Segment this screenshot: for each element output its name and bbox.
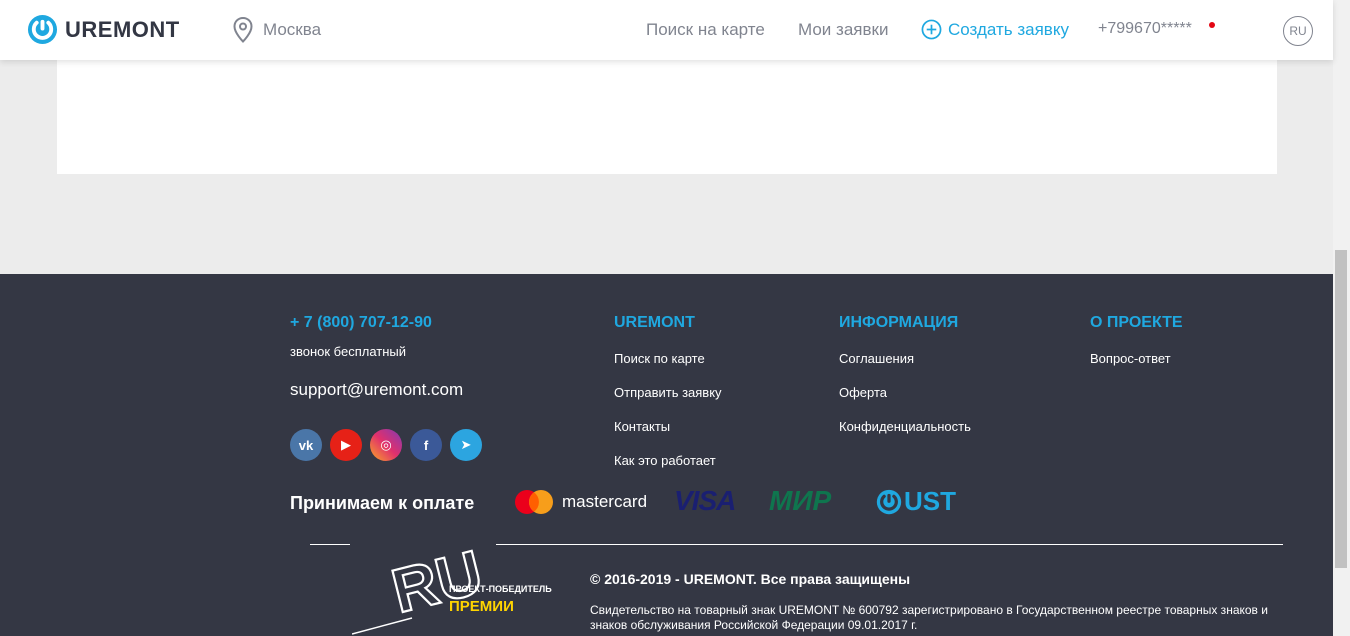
logo-text: UREMONT [65, 16, 180, 42]
footer: + 7 (800) 707-12-90 звонок бесплатный su… [0, 274, 1333, 636]
create-order-label: Создать заявку [948, 19, 1069, 39]
vk-icon[interactable]: vk [290, 429, 322, 461]
footer-link-how-it-works[interactable]: Как это работает [614, 453, 716, 468]
visa-logo: VISA [674, 485, 736, 516]
award-winner-text: ПРОЕКТ-ПОБЕДИТЕЛЬ [449, 584, 552, 594]
top-header: UREMONT Москва Поиск на карте Мои заявки… [0, 0, 1333, 60]
location-pin-icon [233, 17, 253, 43]
logo-icon [27, 14, 58, 45]
footer-link-contacts[interactable]: Контакты [614, 419, 670, 434]
city-selector[interactable]: Москва [233, 17, 321, 43]
footer-link-agreements[interactable]: Соглашения [839, 351, 914, 366]
notification-dot [1209, 22, 1215, 28]
footer-divider-right [496, 544, 1283, 545]
city-label: Москва [263, 20, 322, 39]
footer-col-info-title: ИНФОРМАЦИЯ [839, 314, 959, 331]
ust-logo-icon [876, 489, 902, 514]
page-scrollbar[interactable] [1333, 0, 1350, 636]
plus-circle-icon [921, 19, 942, 40]
ust-text: UST [904, 486, 956, 516]
instagram-icon[interactable]: ◎ [370, 429, 402, 461]
scrollbar-thumb[interactable] [1335, 250, 1347, 568]
trademark-certificate: Свидетельство на товарный знак UREMONT №… [590, 603, 1268, 632]
mastercard-text: mastercard [562, 492, 648, 511]
footer-link-offer[interactable]: Оферта [839, 385, 887, 400]
footer-phone[interactable]: + 7 (800) 707-12-90 [290, 314, 432, 332]
award-badge: RU ПРОЕКТ-ПОБЕДИТЕЛЬ ПРЕМИИ [351, 526, 552, 636]
footer-phone-note: звонок бесплатный [290, 344, 406, 359]
language-switcher[interactable]: RU [1283, 16, 1313, 46]
footer-link-send-order[interactable]: Отправить заявку [614, 385, 722, 400]
footer-col-about-title: О ПРОЕКТЕ [1090, 314, 1183, 331]
ust-logo: UST [876, 486, 956, 517]
telegram-icon[interactable]: ➤ [450, 429, 482, 461]
footer-col-uremont-title: UREMONT [614, 314, 695, 331]
nav-map-search[interactable]: Поиск на карте [646, 20, 765, 40]
youtube-icon[interactable]: ▶ [330, 429, 362, 461]
payment-label: Принимаем к оплате [290, 493, 475, 513]
footer-divider-left [310, 544, 350, 545]
ru-award-icon: RU [351, 537, 490, 635]
facebook-icon[interactable]: f [410, 429, 442, 461]
mir-logo: МИР [769, 485, 832, 516]
mastercard-icon [515, 490, 553, 514]
nav-my-orders[interactable]: Мои заявки [798, 20, 888, 40]
social-links: vk ▶ ◎ f ➤ [290, 429, 482, 461]
user-phone[interactable]: +799670***** [1098, 20, 1192, 38]
mastercard-logo: mastercard [514, 489, 647, 515]
award-premium-text: ПРЕМИИ [449, 598, 514, 615]
footer-link-privacy[interactable]: Конфиденциальность [839, 419, 971, 434]
footer-email[interactable]: support@uremont.com [290, 380, 463, 400]
content-card [57, 60, 1277, 174]
footer-link-faq[interactable]: Вопрос-ответ [1090, 351, 1171, 366]
logo[interactable]: UREMONT [27, 14, 180, 45]
create-order-link[interactable]: Создать заявку [921, 19, 1069, 40]
footer-link-map-search[interactable]: Поиск по карте [614, 351, 705, 366]
copyright: © 2016-2019 - UREMONT. Все права защищен… [590, 571, 911, 587]
